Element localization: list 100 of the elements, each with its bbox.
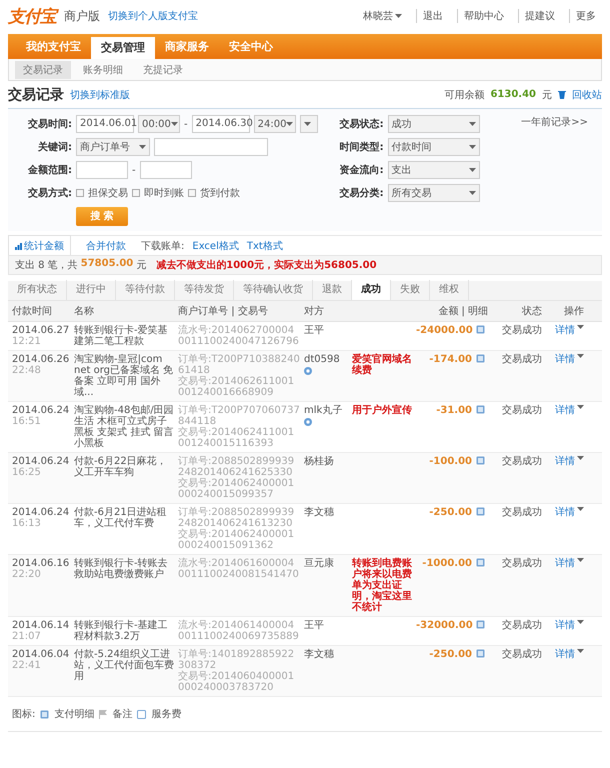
details-link[interactable]: 详情 bbox=[555, 558, 584, 613]
name-cell-text: 转账到银行卡-爱笑基建第二笔工程款 bbox=[74, 325, 169, 347]
nav-tab[interactable]: 商家服务 bbox=[155, 34, 219, 59]
more-menu[interactable]: 更多 bbox=[569, 9, 602, 23]
header-link[interactable]: 帮助中心 bbox=[457, 9, 510, 23]
edition-label: 商户版 bbox=[64, 8, 100, 24]
sub-tab[interactable]: 账务明细 bbox=[75, 60, 131, 78]
details-link[interactable]: 详情 bbox=[555, 405, 584, 449]
status-cell-text: 交易成功 bbox=[501, 354, 542, 367]
column-header: 金额 | 明细 bbox=[437, 304, 488, 318]
details-link[interactable]: 详情 bbox=[555, 649, 584, 693]
header-link[interactable]: 提建议 bbox=[518, 9, 561, 23]
details-link[interactable]: 详情 bbox=[555, 325, 584, 347]
status-tab[interactable]: 成功 bbox=[352, 280, 391, 300]
party-cell-text: 亘元康 bbox=[304, 558, 335, 569]
time-cell-text: 22:20 bbox=[12, 569, 42, 580]
status-tab[interactable]: 维权 bbox=[430, 280, 469, 300]
detail-icon[interactable] bbox=[476, 507, 485, 516]
detail-icon[interactable] bbox=[476, 558, 485, 567]
tool-tab[interactable]: 合并付款 bbox=[79, 235, 133, 256]
details-link[interactable]: 详情 bbox=[555, 507, 584, 551]
nav-tab[interactable]: 安全中心 bbox=[219, 34, 283, 59]
caret-icon bbox=[577, 456, 584, 460]
filter-dropdown[interactable]: 所有交易 bbox=[388, 184, 480, 202]
end-date-field[interactable]: 2014.06.30 bbox=[192, 115, 250, 133]
chat-icon[interactable] bbox=[304, 367, 312, 375]
field-label: 时间类型: bbox=[338, 140, 384, 154]
max-amount-field[interactable] bbox=[140, 161, 192, 179]
filter-dropdown[interactable]: 支出 bbox=[388, 161, 480, 179]
caret-icon bbox=[468, 168, 476, 172]
start-time-dropdown[interactable]: 00:00 bbox=[138, 115, 180, 133]
caret-icon bbox=[139, 145, 146, 149]
sub-tab[interactable]: 充提记录 bbox=[135, 60, 191, 78]
filter-dropdown[interactable]: 付款时间 bbox=[388, 138, 480, 156]
status-cell-text: 交易成功 bbox=[501, 405, 542, 418]
caret-icon bbox=[577, 325, 584, 329]
column-header: 状态 bbox=[521, 304, 542, 318]
detail-icon[interactable] bbox=[40, 710, 50, 718]
status-cell-text: 交易成功 bbox=[501, 325, 542, 338]
status-tab[interactable]: 失败 bbox=[391, 280, 430, 300]
detail-icon[interactable] bbox=[476, 354, 485, 363]
caret-icon bbox=[577, 405, 584, 409]
details-link[interactable]: 详情 bbox=[555, 354, 584, 398]
status-tab[interactable]: 等待确认收货 bbox=[234, 280, 313, 300]
status-cell-text: 交易成功 bbox=[501, 456, 542, 469]
min-amount-field[interactable] bbox=[76, 161, 128, 179]
details-link[interactable]: 详情 bbox=[555, 456, 584, 500]
download-link[interactable]: Excel格式 bbox=[192, 238, 239, 252]
checkbox[interactable] bbox=[188, 189, 196, 197]
detail-icon[interactable] bbox=[476, 325, 485, 334]
switch-link[interactable]: 切换到个人版支付宝 bbox=[108, 9, 198, 23]
chat-icon[interactable] bbox=[304, 418, 312, 426]
id-cell: 订单号:T200P707060737844118 bbox=[178, 405, 300, 427]
detail-icon[interactable] bbox=[476, 620, 485, 629]
name-cell-text: 转账到银行卡-转账去救助站电费缴费账户 bbox=[74, 558, 169, 582]
nav-tab[interactable]: 交易管理 bbox=[91, 37, 155, 59]
name-cell-text: 转账到银行卡-基建工程材料款3.2万 bbox=[74, 620, 169, 642]
status-cell-text: 交易成功 bbox=[501, 507, 542, 520]
currency-unit: 元 bbox=[136, 259, 146, 272]
filter-dropdown[interactable]: 成功 bbox=[388, 115, 480, 133]
summary-text: 支出 8 笔，共 bbox=[15, 258, 78, 272]
time-cell-text: 16:51 bbox=[12, 416, 42, 427]
status-tab[interactable]: 等待发货 bbox=[175, 280, 234, 300]
amount-cell-text: -250.00 bbox=[428, 649, 472, 662]
keyword-field[interactable] bbox=[154, 138, 268, 156]
sub-tab[interactable]: 交易记录 bbox=[15, 60, 71, 78]
start-date-field[interactable]: 2014.06.01 bbox=[76, 115, 134, 133]
tool-tab[interactable]: 统计金额 bbox=[8, 235, 71, 256]
recycle-bin-link[interactable]: 回收站 bbox=[572, 88, 602, 102]
download-link[interactable]: Txt格式 bbox=[246, 238, 283, 252]
detail-icon[interactable] bbox=[476, 456, 485, 465]
switch-link[interactable]: 切换到标准版 bbox=[70, 88, 130, 102]
date-preset-dropdown[interactable] bbox=[300, 115, 318, 133]
column-header: 对方 bbox=[304, 304, 325, 318]
name-cell: 淘宝购物-48包邮/田园生活 木框可立式房子黑板 支架式 挂式 留言小黑板 bbox=[74, 405, 174, 449]
status-tab[interactable]: 所有状态 bbox=[8, 280, 67, 300]
detail-icon[interactable] bbox=[476, 649, 485, 658]
end-time-dropdown[interactable]: 24:00 bbox=[254, 115, 296, 133]
trash-icon[interactable] bbox=[558, 90, 566, 99]
id-cell-text: 交易号:2014062400001000240015091362 bbox=[178, 529, 296, 551]
status-tab[interactable]: 进行中 bbox=[67, 280, 116, 300]
checkbox[interactable] bbox=[76, 189, 84, 197]
status-tab[interactable]: 等待付款 bbox=[116, 280, 175, 300]
checkbox[interactable] bbox=[132, 189, 140, 197]
header-link[interactable]: 退出 bbox=[416, 9, 449, 23]
details-link[interactable]: 详情 bbox=[555, 620, 584, 642]
time-cell-text: 22:48 bbox=[12, 365, 42, 376]
date-cell: 2014.06.24 bbox=[12, 507, 70, 518]
field-label: 金额范围: bbox=[27, 163, 72, 177]
checkbox-label: 即时到账 bbox=[144, 186, 184, 200]
keyword-type-dropdown[interactable]: 商户订单号 bbox=[76, 138, 150, 156]
column-header: 商户订单号 | 交易号 bbox=[178, 304, 269, 318]
user-menu[interactable]: 林晓芸 bbox=[363, 9, 408, 23]
older-records-link[interactable]: 一年前记录>> bbox=[521, 117, 588, 128]
nav-tab[interactable]: 我的支付宝 bbox=[16, 34, 91, 59]
field-label: 交易时间: bbox=[27, 117, 72, 131]
caret-icon bbox=[395, 14, 402, 18]
id-cell-text: 交易号:2014062400001000240015099357 bbox=[178, 478, 296, 500]
detail-icon[interactable] bbox=[476, 405, 485, 414]
status-cell-text: 交易成功 bbox=[501, 558, 542, 571]
